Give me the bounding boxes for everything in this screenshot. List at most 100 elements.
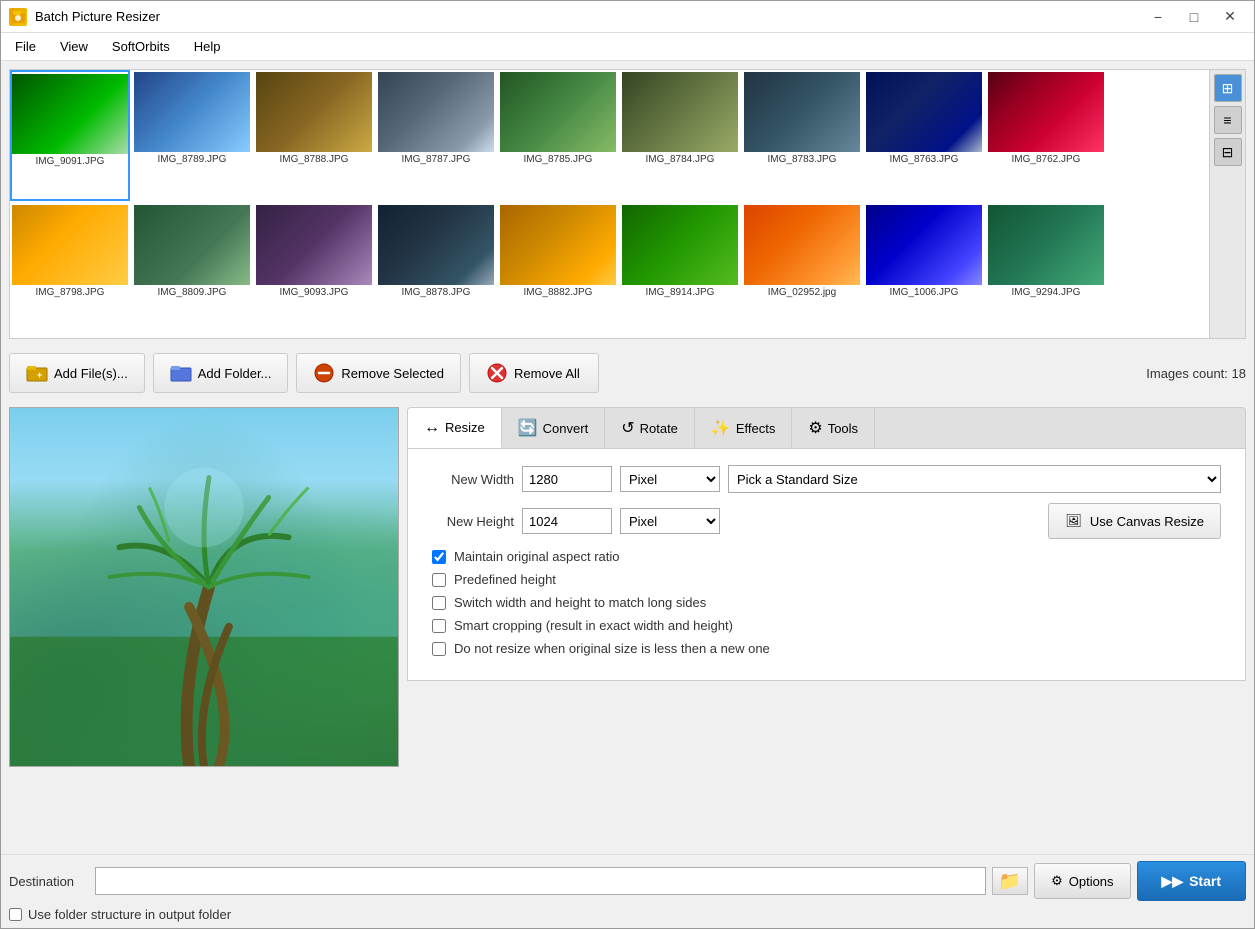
list-view-button[interactable]: ≡ — [1214, 106, 1242, 134]
image-gallery-wrapper: IMG_9091.JPG IMG_8789.JPG IMG_8788.JPG I… — [9, 69, 1246, 339]
list-item[interactable]: IMG_8914.JPG — [620, 203, 740, 330]
list-item[interactable]: IMG_9093.JPG — [254, 203, 374, 330]
destination-label: Destination — [9, 874, 89, 889]
thumbnail-label: IMG_8785.JPG — [500, 154, 616, 165]
images-count-label: Images count: — [1146, 366, 1228, 381]
convert-icon: 🔄 — [518, 418, 538, 438]
list-item[interactable]: IMG_1006.JPG — [864, 203, 984, 330]
add-folder-button[interactable]: Add Folder... — [153, 353, 289, 393]
tab-tools[interactable]: ⚙ Tools — [792, 408, 875, 448]
images-count: Images count: 18 — [1146, 366, 1246, 381]
thumbnail-image — [134, 72, 250, 152]
menu-file[interactable]: File — [5, 36, 46, 57]
smart-cropping-checkbox[interactable] — [432, 619, 446, 633]
menu-softorbits[interactable]: SoftOrbits — [102, 36, 180, 57]
tab-rotate-label: Rotate — [640, 421, 678, 436]
list-item[interactable]: IMG_8809.JPG — [132, 203, 252, 330]
remove-selected-button[interactable]: Remove Selected — [296, 353, 461, 393]
width-unit-select[interactable]: Pixel Percent Inch cm — [620, 466, 720, 492]
destination-input[interactable] — [95, 867, 986, 895]
thumbnail-image — [622, 72, 738, 152]
maintain-aspect-label[interactable]: Maintain original aspect ratio — [454, 549, 619, 564]
folder-structure-label[interactable]: Use folder structure in output folder — [28, 907, 231, 922]
thumbnail-label: IMG_8882.JPG — [500, 287, 616, 298]
maintain-aspect-checkbox[interactable] — [432, 550, 446, 564]
thumbnail-label: IMG_8789.JPG — [134, 154, 250, 165]
list-item[interactable]: IMG_8878.JPG — [376, 203, 496, 330]
options-button[interactable]: ⚙ Options — [1034, 863, 1130, 899]
tab-effects[interactable]: ✨ Effects — [695, 408, 792, 448]
tab-resize-label: Resize — [445, 420, 485, 435]
list-item[interactable]: IMG_8788.JPG — [254, 70, 374, 201]
options-label: Options — [1069, 874, 1114, 889]
canvas-resize-button[interactable]: 🖼 Use Canvas Resize — [1048, 503, 1221, 539]
list-item[interactable]: IMG_8784.JPG — [620, 70, 740, 201]
thumbnail-image — [500, 205, 616, 285]
tab-content-resize: New Width Pixel Percent Inch cm Pick a S… — [407, 448, 1246, 681]
start-button[interactable]: ▶▶ Start — [1137, 861, 1246, 901]
list-item[interactable]: IMG_8762.JPG — [986, 70, 1106, 201]
tools-icon: ⚙ — [808, 418, 822, 438]
switch-width-height-checkbox[interactable] — [432, 596, 446, 610]
grid-view-button[interactable]: ⊟ — [1214, 138, 1242, 166]
thumbnail-image — [12, 205, 128, 285]
predefined-height-checkbox[interactable] — [432, 573, 446, 587]
bottom-bar: Destination 📁 ⚙ Options ▶▶ Start Use fol… — [1, 854, 1254, 928]
list-item[interactable]: IMG_8763.JPG — [864, 70, 984, 201]
thumbnail-image — [12, 74, 128, 154]
list-item[interactable]: IMG_8785.JPG — [498, 70, 618, 201]
folder-structure-checkbox[interactable] — [9, 908, 22, 921]
thumbnail-image — [744, 72, 860, 152]
tab-effects-label: Effects — [736, 421, 776, 436]
switch-width-height-label[interactable]: Switch width and height to match long si… — [454, 595, 706, 610]
minimize-button[interactable]: − — [1142, 5, 1174, 29]
destination-browse-button[interactable]: 📁 — [992, 867, 1028, 895]
title-bar: Batch Picture Resizer − □ ✕ — [1, 1, 1254, 33]
main-content: ↔ Resize 🔄 Convert ↺ Rotate ✨ Effects ⚙ — [1, 399, 1254, 854]
thumbnail-label: IMG_8783.JPG — [744, 154, 860, 165]
width-input[interactable] — [522, 466, 612, 492]
menu-view[interactable]: View — [50, 36, 98, 57]
list-item[interactable]: IMG_8882.JPG — [498, 203, 618, 330]
tab-rotate[interactable]: ↺ Rotate — [605, 408, 695, 448]
preview-panel — [9, 407, 399, 767]
checkboxes-section: Maintain original aspect ratio Predefine… — [424, 549, 1229, 656]
svg-text:+: + — [37, 370, 42, 380]
predefined-height-label[interactable]: Predefined height — [454, 572, 556, 587]
remove-selected-label: Remove Selected — [341, 366, 444, 381]
thumbnail-image — [988, 72, 1104, 152]
close-button[interactable]: ✕ — [1214, 5, 1246, 29]
list-item[interactable]: IMG_9091.JPG — [10, 70, 130, 201]
width-row: New Width Pixel Percent Inch cm Pick a S… — [424, 465, 1229, 493]
canvas-resize-icon: 🖼 — [1065, 513, 1082, 529]
thumbnail-label: IMG_9294.JPG — [988, 287, 1104, 298]
thumbnail-view-button[interactable]: ⊞ — [1214, 74, 1242, 102]
list-item[interactable]: IMG_8798.JPG — [10, 203, 130, 330]
list-item[interactable]: IMG_8789.JPG — [132, 70, 252, 201]
list-item[interactable]: IMG_02952.jpg — [742, 203, 862, 330]
height-input[interactable] — [522, 508, 612, 534]
thumbnail-image — [500, 72, 616, 152]
thumbnail-image — [378, 72, 494, 152]
settings-panel: ↔ Resize 🔄 Convert ↺ Rotate ✨ Effects ⚙ — [407, 407, 1246, 846]
no-upscale-label[interactable]: Do not resize when original size is less… — [454, 641, 770, 656]
list-item[interactable]: IMG_8783.JPG — [742, 70, 862, 201]
menu-bar: File View SoftOrbits Help — [1, 33, 1254, 61]
thumbnail-label: IMG_9091.JPG — [12, 156, 128, 167]
thumbnail-image — [256, 205, 372, 285]
maximize-button[interactable]: □ — [1178, 5, 1210, 29]
smart-cropping-label[interactable]: Smart cropping (result in exact width an… — [454, 618, 733, 633]
effects-icon: ✨ — [711, 418, 731, 438]
standard-size-select[interactable]: Pick a Standard Size — [728, 465, 1221, 493]
tab-convert[interactable]: 🔄 Convert — [502, 408, 605, 448]
add-files-button[interactable]: + Add File(s)... — [9, 353, 145, 393]
tab-resize[interactable]: ↔ Resize — [408, 408, 502, 448]
maintain-aspect-row: Maintain original aspect ratio — [424, 549, 1229, 564]
menu-help[interactable]: Help — [184, 36, 231, 57]
remove-all-button[interactable]: Remove All — [469, 353, 599, 393]
list-item[interactable]: IMG_8787.JPG — [376, 70, 496, 201]
height-unit-select[interactable]: Pixel Percent Inch cm — [620, 508, 720, 534]
no-upscale-checkbox[interactable] — [432, 642, 446, 656]
list-item[interactable]: IMG_9294.JPG — [986, 203, 1106, 330]
thumbnail-image — [744, 205, 860, 285]
